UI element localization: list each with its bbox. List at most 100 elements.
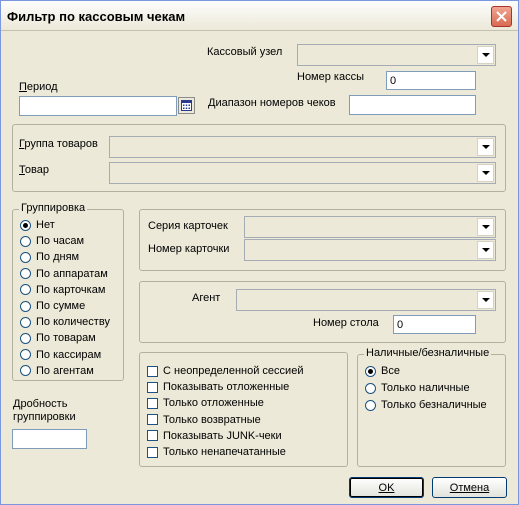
fraction-field[interactable] <box>12 429 87 449</box>
goods-group-combo[interactable] <box>109 136 496 158</box>
radio-button[interactable] <box>20 235 31 247</box>
checkbox[interactable] <box>147 381 158 393</box>
cancel-button[interactable]: Отмена <box>432 477 507 498</box>
table-number-field[interactable] <box>393 315 476 334</box>
chevron-down-icon <box>481 298 490 302</box>
agent-value <box>239 292 475 308</box>
radio-button[interactable] <box>20 365 31 377</box>
grouping-option[interactable]: По аппаратам <box>20 268 108 280</box>
flag-checkbox-label: Только отложенные <box>163 397 264 410</box>
radio-button[interactable] <box>20 219 31 231</box>
chevron-down-icon <box>481 171 490 175</box>
card-number-dropdown-button[interactable] <box>477 241 494 259</box>
grouping-option[interactable]: По товарам <box>20 332 96 344</box>
checkbox[interactable] <box>147 446 158 458</box>
checkbox[interactable] <box>147 397 158 409</box>
payment-option-label: Только наличные <box>381 382 470 394</box>
period-input[interactable] <box>20 97 176 115</box>
radio-button[interactable] <box>20 251 31 263</box>
radio-button[interactable] <box>20 300 31 312</box>
grouping-option-label: По агентам <box>36 364 94 377</box>
chevron-down-icon <box>481 145 490 149</box>
payment-option[interactable]: Только наличные <box>365 382 470 394</box>
grouping-option-label: По сумме <box>36 300 86 312</box>
grouping-option[interactable]: По агентам <box>20 365 94 377</box>
radio-button[interactable] <box>20 349 31 361</box>
flag-checkbox-item[interactable]: Только возвратные <box>147 414 261 426</box>
flag-checkbox-item[interactable]: Только отложенные <box>147 397 264 409</box>
grouping-legend: Группировка <box>19 202 88 214</box>
grouping-option-label: Нет <box>36 219 55 231</box>
card-series-value <box>247 219 475 235</box>
grouping-option[interactable]: По дням <box>20 251 79 263</box>
period-calendar-button[interactable] <box>178 97 195 114</box>
period-label-rest: ериод <box>26 81 58 93</box>
goods-item-dropdown-button[interactable] <box>477 164 494 182</box>
goods-group-label: Группа товаров <box>19 138 98 150</box>
grouping-option-label: По кассирам <box>36 348 102 361</box>
fraction-label-line2: группировки <box>13 411 76 423</box>
card-number-label: Номер карточки <box>148 243 230 255</box>
grouping-option[interactable]: По количеству <box>20 316 110 328</box>
card-series-dropdown-button[interactable] <box>477 218 494 236</box>
agent-dropdown-button[interactable] <box>477 291 494 309</box>
cancel-button-label: Отмена <box>449 481 490 494</box>
fraction-label-line1: Дробность <box>13 398 68 410</box>
radio-button[interactable] <box>365 382 376 394</box>
payment-option-label: Только безналичные <box>381 399 487 411</box>
cash-node-value <box>300 47 475 63</box>
payment-option-label: Все <box>381 365 400 377</box>
cash-node-combo[interactable] <box>297 44 496 66</box>
card-number-value <box>247 242 475 258</box>
receipt-range-field[interactable] <box>349 95 476 115</box>
grouping-option-label: По дням <box>36 251 80 264</box>
payment-option[interactable]: Только безналичные <box>365 399 487 411</box>
cash-node-dropdown-button[interactable] <box>477 46 494 64</box>
close-icon <box>496 11 507 22</box>
flag-checkbox-item[interactable]: Показывать отложенные <box>147 381 289 393</box>
radio-button[interactable] <box>365 399 376 411</box>
table-number-input[interactable] <box>394 316 475 333</box>
radio-button[interactable] <box>20 316 31 328</box>
grouping-option[interactable]: По кассирам <box>20 349 101 361</box>
goods-item-combo[interactable] <box>109 162 496 184</box>
grouping-option[interactable]: По сумме <box>20 300 85 312</box>
grouping-option-label: По часам <box>36 235 85 248</box>
title-bar[interactable]: Фильтр по кассовым чекам <box>1 1 518 31</box>
payment-legend: Наличные/безналичные <box>364 347 492 359</box>
radio-button[interactable] <box>20 284 31 296</box>
grouping-option-label: По карточкам <box>36 283 106 296</box>
radio-button[interactable] <box>20 268 31 280</box>
checkbox[interactable] <box>147 430 158 442</box>
card-series-label: Серия карточек <box>148 220 228 232</box>
period-field[interactable] <box>19 96 177 116</box>
flag-checkbox-item[interactable]: Показывать JUNK-чеки <box>147 430 282 442</box>
goods-group-dropdown-button[interactable] <box>477 138 494 156</box>
close-button[interactable] <box>491 6 512 27</box>
agent-combo[interactable] <box>236 289 496 311</box>
card-number-combo[interactable] <box>244 239 496 261</box>
grouping-option[interactable]: Нет <box>20 219 55 231</box>
cash-number-label: Номер кассы <box>297 71 364 83</box>
window-title: Фильтр по кассовым чекам <box>7 9 186 24</box>
fraction-input[interactable] <box>13 430 86 448</box>
grouping-option[interactable]: По карточкам <box>20 284 105 296</box>
flag-checkbox-item[interactable]: С неопределенной сессией <box>147 365 303 377</box>
payment-option[interactable]: Все <box>365 365 400 377</box>
card-series-combo[interactable] <box>244 216 496 238</box>
cash-number-input[interactable] <box>387 72 475 89</box>
receipt-range-input[interactable] <box>350 96 475 114</box>
table-number-label: Номер стола <box>313 317 379 329</box>
flag-checkbox-label: Только ненапечатанные <box>163 446 286 458</box>
grouping-option[interactable]: По часам <box>20 235 84 247</box>
checkbox[interactable] <box>147 365 158 377</box>
flag-checkbox-item[interactable]: Только ненапечатанные <box>147 446 286 458</box>
cash-number-field[interactable] <box>386 71 476 90</box>
radio-button[interactable] <box>20 332 31 344</box>
goods-item-label: Товар <box>19 164 49 176</box>
grouping-option-label: По количеству <box>36 316 110 329</box>
goods-group-value <box>112 139 475 155</box>
checkbox[interactable] <box>147 414 158 426</box>
radio-button[interactable] <box>365 365 376 377</box>
ok-button[interactable]: OK <box>349 477 424 498</box>
